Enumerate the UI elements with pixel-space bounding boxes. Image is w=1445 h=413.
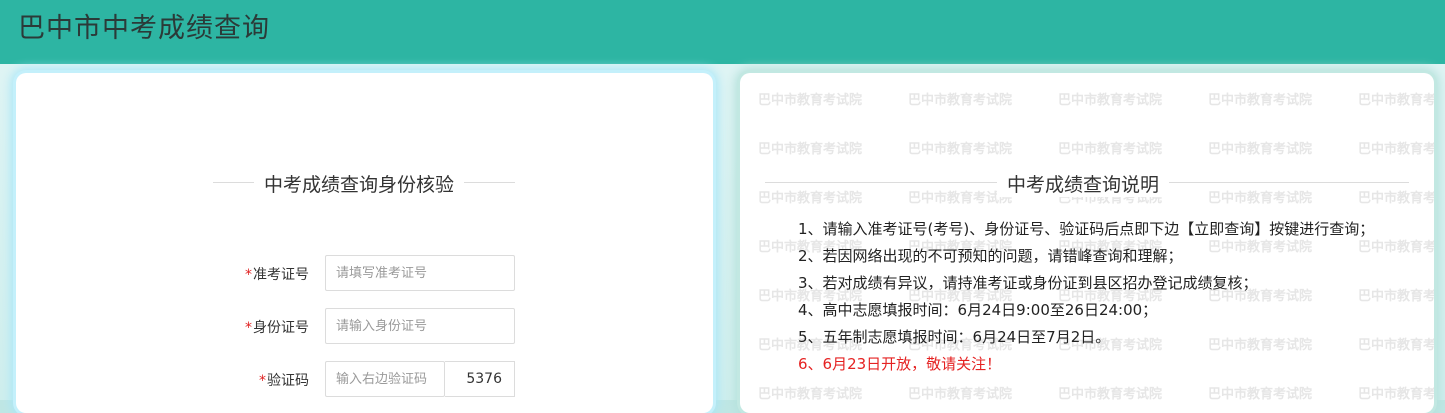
captcha-label: *验证码 bbox=[16, 370, 309, 390]
watermark-text: 巴中市教育考试院 bbox=[1358, 338, 1434, 353]
watermark-text: 巴中市教育考试院 bbox=[1358, 142, 1434, 157]
watermark-text: 巴中市教育考试院 bbox=[1358, 387, 1434, 402]
required-mark: * bbox=[259, 373, 266, 389]
notice-item: 5、五年制志愿填报时间：6月24日至7月2日。 bbox=[798, 328, 1111, 346]
watermark-text: 巴中市教育考试院 bbox=[758, 142, 863, 157]
verification-title: 中考成绩查询身份核验 bbox=[254, 170, 465, 197]
instructions-panel: 巴中市教育考试院巴中市教育考试院巴中市教育考试院巴中市教育考试院巴中市教育考试院… bbox=[740, 73, 1434, 413]
id-number-label: *身份证号 bbox=[16, 317, 309, 337]
notice-item-highlight: 6、6月23日开放，敬请关注！ bbox=[798, 355, 1002, 373]
watermark-text: 巴中市教育考试院 bbox=[1358, 93, 1434, 108]
watermark-text: 巴中市教育考试院 bbox=[758, 191, 863, 206]
watermark-text: 巴中市教育考试院 bbox=[1358, 289, 1434, 304]
app-header: 巴中市中考成绩查询 bbox=[0, 0, 1445, 64]
watermark-text: 巴中市教育考试院 bbox=[908, 142, 1013, 157]
captcha-label-text: 验证码 bbox=[267, 373, 309, 389]
id-number-input[interactable] bbox=[325, 308, 515, 344]
watermark-text: 巴中市教育考试院 bbox=[908, 93, 1013, 108]
watermark-text: 巴中市教育考试院 bbox=[1208, 93, 1313, 108]
watermark-text: 巴中市教育考试院 bbox=[1208, 142, 1313, 157]
captcha-image[interactable]: 5376 bbox=[445, 361, 515, 397]
watermark-text: 巴中市教育考试院 bbox=[1058, 93, 1163, 108]
watermark-text: 巴中市教育考试院 bbox=[1058, 142, 1163, 157]
notice-item: 4、高中志愿填报时间：6月24日9:00至26日24:00； bbox=[798, 301, 1158, 319]
watermark-text: 巴中市教育考试院 bbox=[1208, 191, 1313, 206]
exam-number-label: *准考证号 bbox=[16, 264, 309, 284]
exam-number-input[interactable] bbox=[325, 255, 515, 291]
watermark-text: 巴中市教育考试院 bbox=[1208, 387, 1313, 402]
watermark-text: 巴中市教育考试院 bbox=[758, 387, 863, 402]
watermark-text: 巴中市教育考试院 bbox=[908, 387, 1013, 402]
captcha-input[interactable] bbox=[325, 361, 445, 397]
required-mark: * bbox=[245, 320, 252, 336]
notice-item: 2、若因网络出现的不可预知的问题，请错峰查询和理解； bbox=[798, 247, 1183, 265]
required-mark: * bbox=[245, 267, 252, 283]
notice-item: 3、若对成绩有异议，请持准考证或身份证到县区招办登记成绩复核； bbox=[798, 274, 1258, 292]
notice-item: 1、请输入准考证号(考号)、身份证号、验证码后点即下边【立即查询】按键进行查询； bbox=[798, 220, 1375, 238]
verification-panel: 中考成绩查询身份核验 *准考证号 *身份证号 *验证码 5376 bbox=[16, 73, 713, 413]
watermark-text: 巴中市教育考试院 bbox=[1358, 191, 1434, 206]
instructions-title: 中考成绩查询说明 bbox=[997, 170, 1170, 197]
exam-number-label-text: 准考证号 bbox=[253, 267, 309, 283]
watermark-text: 巴中市教育考试院 bbox=[758, 93, 863, 108]
watermark-text: 巴中市教育考试院 bbox=[1058, 387, 1163, 402]
id-number-label-text: 身份证号 bbox=[253, 320, 309, 336]
page-title: 巴中市中考成绩查询 bbox=[18, 13, 270, 44]
watermark-text: 巴中市教育考试院 bbox=[1208, 338, 1313, 353]
